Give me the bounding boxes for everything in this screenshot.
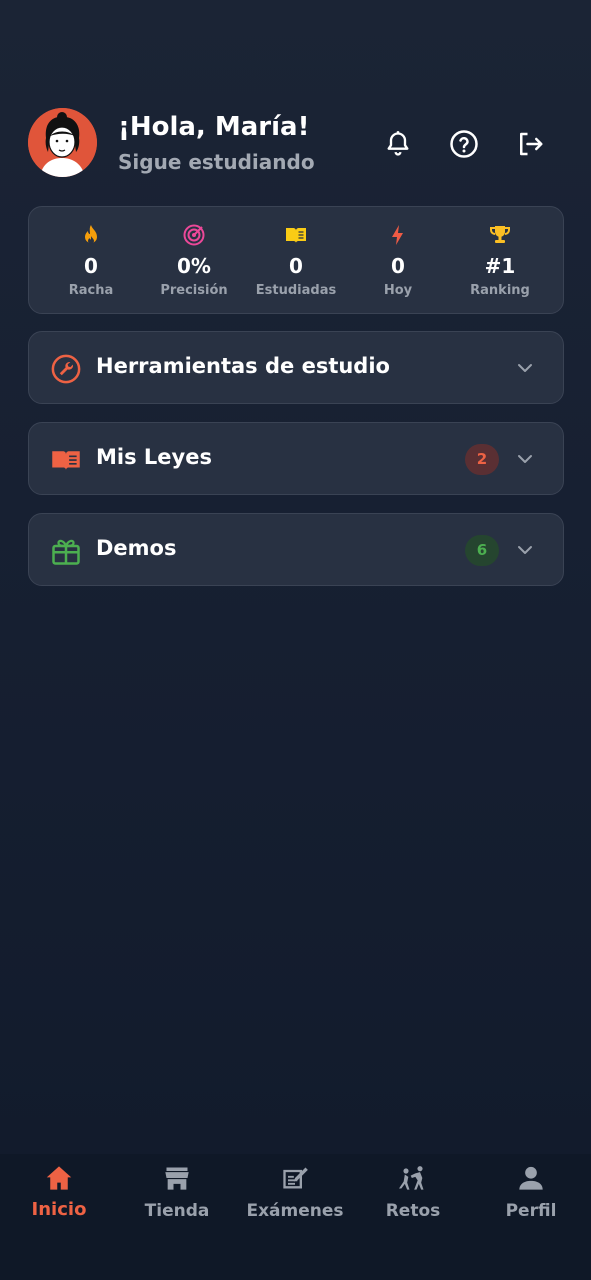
section-title: Herramientas de estudio xyxy=(96,354,390,378)
book-open-icon xyxy=(286,228,306,243)
nav-item-inicio[interactable]: Inicio xyxy=(0,1154,118,1280)
nav-item-tienda[interactable]: Tienda xyxy=(118,1154,236,1280)
stat-value: 0 xyxy=(289,254,303,278)
stat-label: Racha xyxy=(68,283,114,298)
stat-value: #1 xyxy=(484,254,516,278)
stat-today: 0 Hoy xyxy=(348,207,448,315)
section-study-tools[interactable]: Herramientas de estudio xyxy=(28,331,564,404)
nav-label: Tienda xyxy=(144,1201,210,1221)
bolt-icon xyxy=(392,225,403,245)
stat-label: Hoy xyxy=(383,283,413,298)
chevron-down-icon[interactable] xyxy=(515,358,535,378)
bottom-navigation: Inicio Tienda Exámenes Retos Perfil xyxy=(0,1154,591,1280)
help-button[interactable] xyxy=(444,124,484,164)
chevron-down-icon[interactable] xyxy=(515,449,535,469)
section-my-laws[interactable]: Mis Leyes 2 xyxy=(28,422,564,495)
section-title: Mis Leyes xyxy=(96,445,212,469)
nav-label: Perfil xyxy=(505,1201,557,1221)
trophy-icon xyxy=(490,226,510,243)
flame-icon xyxy=(85,225,97,244)
logout-icon xyxy=(520,132,543,156)
nav-item-retos[interactable]: Retos xyxy=(354,1154,472,1280)
nav-label: Retos xyxy=(385,1201,441,1221)
count-badge: 2 xyxy=(465,444,499,475)
stat-label: Ranking xyxy=(470,283,530,298)
section-title: Demos xyxy=(96,536,177,560)
avatar[interactable] xyxy=(28,108,97,177)
challenge-icon xyxy=(399,1166,424,1190)
stats-card: 0 Racha 0% Precisión 0 Estudiadas 0 Hoy xyxy=(28,206,564,314)
nav-item-examenes[interactable]: Exámenes xyxy=(236,1154,354,1280)
stat-label: Precisión xyxy=(160,283,228,298)
logout-button[interactable] xyxy=(510,124,550,164)
greeting-title: ¡Hola, María! xyxy=(118,112,310,142)
count-badge: 6 xyxy=(465,535,499,566)
help-icon xyxy=(450,130,478,158)
store-icon xyxy=(165,1167,189,1190)
stat-value: 0% xyxy=(177,254,211,278)
home-icon xyxy=(46,1166,72,1190)
notifications-button[interactable] xyxy=(378,124,418,164)
profile-icon xyxy=(519,1166,543,1190)
nav-label: Exámenes xyxy=(246,1201,344,1221)
stat-precision: 0% Precisión xyxy=(144,207,244,315)
chevron-down-icon[interactable] xyxy=(515,540,535,560)
stat-studied: 0 Estudiadas xyxy=(246,207,346,315)
bell-icon xyxy=(387,131,409,156)
stat-streak: 0 Racha xyxy=(41,207,141,315)
section-demos[interactable]: Demos 6 xyxy=(28,513,564,586)
header: ¡Hola, María! Sigue estudiando xyxy=(28,108,564,180)
gift-icon xyxy=(52,539,80,565)
nav-label: Inicio xyxy=(31,1199,87,1220)
target-icon xyxy=(183,224,205,246)
stat-ranking: #1 Ranking xyxy=(450,207,550,315)
nav-item-perfil[interactable]: Perfil xyxy=(472,1154,590,1280)
book-icon xyxy=(52,451,80,470)
stat-value: 0 xyxy=(84,254,98,278)
wrench-icon xyxy=(51,354,81,384)
greeting-subtitle: Sigue estudiando xyxy=(118,150,315,174)
stat-label: Estudiadas xyxy=(255,283,337,298)
exam-icon xyxy=(283,1167,308,1189)
stat-value: 0 xyxy=(391,254,405,278)
avatar-illustration xyxy=(28,108,97,177)
